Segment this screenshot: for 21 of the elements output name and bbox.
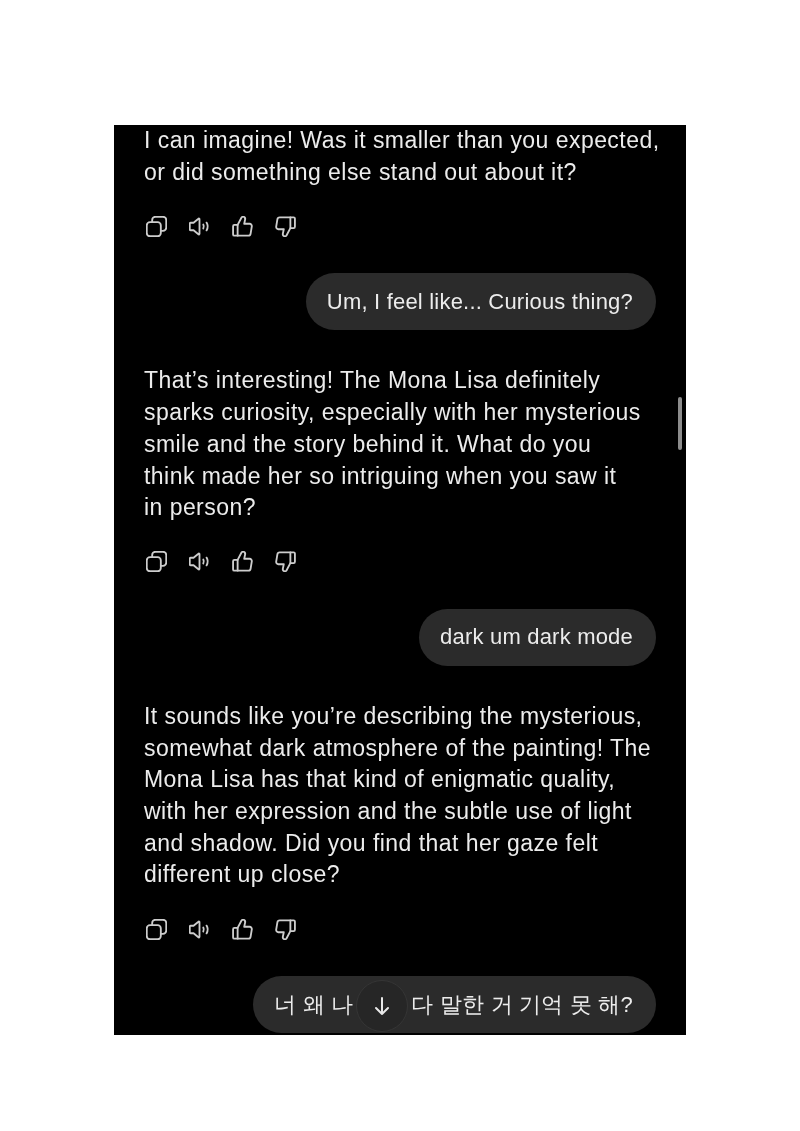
copy-icon[interactable] — [146, 215, 167, 237]
message-text: It sounds like you’re describing the mysterious, somewhat dark atmosphere of the painting! The Mona Lisa has that kind of enigmatic quality, with her expression and the subtle use of light and shadow. Did you find that her gaze felt different up close? — [144, 701, 652, 890]
message-text: That’s interesting! The Mona Lisa definitely sparks curiosity, especially with her mysterious smile and the story behind it. What do you think made her so intriguing when you saw it in person? — [144, 366, 642, 523]
thumbs-up-icon[interactable] — [232, 551, 253, 573]
message-text: dark um dark mode — [440, 624, 633, 651]
scrollbar-thumb[interactable] — [678, 397, 682, 450]
speaker-icon[interactable] — [189, 215, 210, 237]
thumbs-down-icon[interactable] — [275, 215, 296, 237]
thumbs-up-icon[interactable] — [232, 215, 253, 237]
message-text: Um, I feel like... Curious thing? — [326, 288, 633, 315]
message-text: 너 왜 나 — [274, 990, 354, 1019]
message-text: 다 말한 거 기억 못 해? — [411, 990, 633, 1019]
thumbs-up-icon[interactable] — [232, 918, 253, 940]
copy-icon[interactable] — [146, 551, 167, 573]
speaker-icon[interactable] — [189, 551, 210, 573]
thumbs-down-icon[interactable] — [275, 918, 296, 940]
speaker-icon[interactable] — [189, 918, 210, 940]
copy-icon[interactable] — [146, 918, 167, 940]
message-text: I can imagine! Was it smaller than you expected, or did something else stand out about it? — [144, 126, 656, 187]
thumbs-down-icon[interactable] — [275, 551, 296, 573]
arrow-down-icon — [374, 995, 391, 1016]
